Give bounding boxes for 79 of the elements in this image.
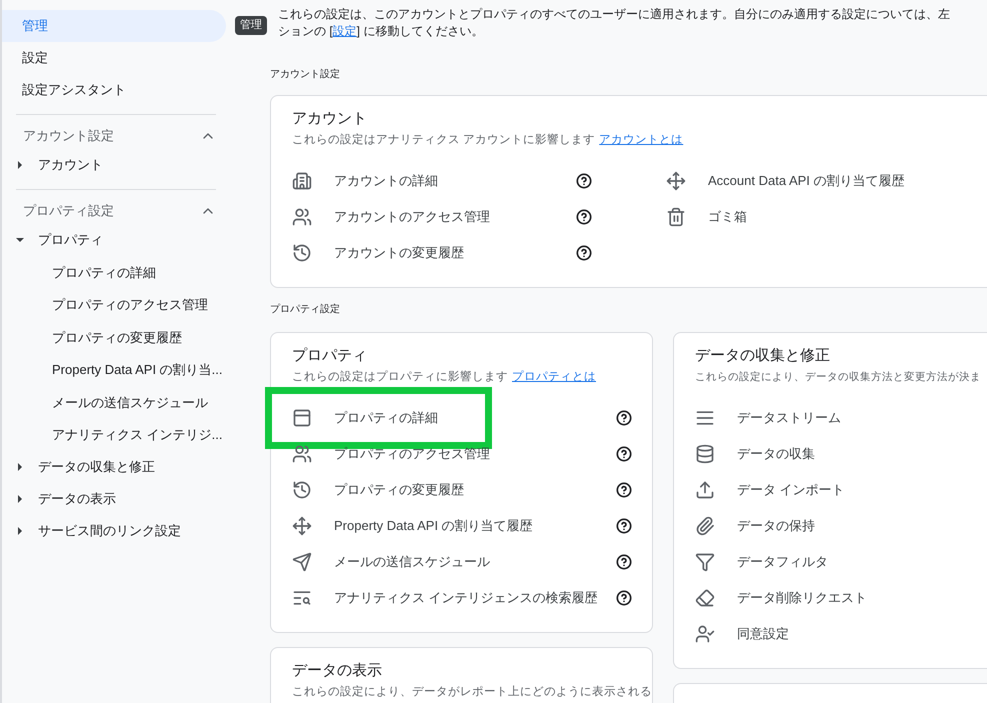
- caret-right-icon[interactable]: [16, 495, 24, 503]
- history-icon: [292, 243, 312, 263]
- settings-link[interactable]: Property Data API の割り当て履歴: [334, 516, 533, 536]
- card-description: これらの設定により、データがレポート上にどのように表示される: [292, 684, 652, 700]
- database-icon: [695, 444, 715, 464]
- settings-link[interactable]: アカウントのアクセス管理: [334, 207, 490, 227]
- sidebar-item[interactable]: プロパティ: [38, 230, 103, 250]
- tooltip: 管理: [235, 16, 267, 34]
- help-icon[interactable]: [616, 518, 632, 534]
- settings-link[interactable]: アカウントの変更履歴: [334, 243, 464, 263]
- notice-text: これらの設定は、このアカウントとプロパティのすべてのユーザーに適用されます。自分にのみ適用する設定については、左 ションの [設定] に移動してください。: [278, 6, 951, 40]
- four-arrows-icon: [666, 171, 686, 191]
- sidebar-subitem[interactable]: プロパティの詳細: [52, 262, 156, 282]
- settings-link[interactable]: アカウントの詳細: [334, 171, 438, 191]
- help-icon[interactable]: [576, 245, 592, 261]
- card-title: データの収集と修正: [695, 346, 831, 366]
- sidebar-item[interactable]: 設定アシスタント: [2, 74, 226, 106]
- people-icon: [292, 444, 312, 464]
- settings-link[interactable]: アナリティクス インテリジェンスの検索履歴: [334, 588, 598, 608]
- settings-link[interactable]: メールの送信スケジュール: [334, 552, 490, 572]
- caret-right-icon[interactable]: [16, 463, 24, 471]
- people-icon: [292, 207, 312, 227]
- settings-link[interactable]: データの収集: [737, 444, 815, 464]
- eraser-icon: [695, 588, 715, 608]
- sidebar-subitem[interactable]: プロパティのアクセス管理: [52, 295, 208, 314]
- sidebar-subitem[interactable]: メールの送信スケジュール: [52, 392, 208, 412]
- trash-icon: [666, 207, 686, 227]
- help-icon[interactable]: [576, 209, 592, 225]
- settings-link[interactable]: データ インポート: [737, 480, 845, 500]
- help-icon[interactable]: [616, 482, 632, 498]
- sidebar-item[interactable]: データの表示: [38, 489, 116, 509]
- group-heading: アカウント設定: [270, 68, 341, 82]
- settings-link[interactable]: Account Data API の割り当て履歴: [708, 171, 905, 191]
- settings-link[interactable]: データ削除リクエスト: [737, 588, 867, 608]
- help-icon[interactable]: [616, 590, 632, 606]
- caret-right-icon[interactable]: [16, 161, 24, 169]
- caret-right-icon[interactable]: [16, 527, 24, 535]
- help-icon[interactable]: [576, 173, 592, 189]
- card-title: プロパティ: [292, 346, 368, 366]
- sidebar-subitem[interactable]: Property Data API の割り当...: [52, 360, 222, 380]
- section-heading: アカウント設定: [23, 127, 114, 146]
- settings-link[interactable]: 設定: [332, 24, 357, 38]
- settings-link[interactable]: データストリーム: [737, 408, 841, 428]
- filter-icon: [695, 552, 715, 572]
- paperclip-icon: [695, 516, 715, 536]
- building-icon: [292, 171, 312, 191]
- panel-icon: [292, 408, 312, 428]
- caret-down-icon[interactable]: [16, 236, 24, 244]
- sidebar-item[interactable]: サービス間のリンク設定: [38, 521, 181, 541]
- sidebar-item[interactable]: データの収集と修正: [38, 457, 155, 477]
- help-icon[interactable]: [616, 446, 632, 462]
- card-description: これらの設定はアナリティクス アカウントに影響します: [292, 132, 596, 148]
- card-description: これらの設定はプロパティに影響します: [292, 369, 508, 385]
- settings-link[interactable]: データフィルタ: [737, 552, 828, 572]
- settings-link[interactable]: プロパティの変更履歴: [334, 480, 464, 500]
- sidebar-item[interactable]: 設定: [2, 42, 226, 74]
- upload-icon: [695, 480, 715, 500]
- settings-link[interactable]: プロパティの詳細: [334, 408, 438, 428]
- settings-link[interactable]: プロパティのアクセス管理: [334, 444, 490, 464]
- history-icon: [292, 480, 312, 500]
- card-title: データの表示: [292, 661, 383, 681]
- help-icon[interactable]: [616, 410, 632, 426]
- help-icon[interactable]: [616, 554, 632, 570]
- section-heading: プロパティ設定: [23, 202, 114, 220]
- sidebar-subitem[interactable]: アナリティクス インテリジ...: [52, 425, 222, 444]
- user-check-icon: [695, 624, 715, 644]
- group-heading: プロパティ設定: [270, 302, 341, 317]
- send-icon: [292, 552, 312, 572]
- settings-link[interactable]: 同意設定: [737, 624, 789, 644]
- settings-link[interactable]: データの保持: [737, 516, 815, 536]
- sidebar-item[interactable]: 管理: [2, 10, 226, 42]
- sidebar-item[interactable]: アカウント: [38, 155, 103, 175]
- settings-link[interactable]: ゴミ箱: [708, 207, 747, 227]
- sidebar-subitem[interactable]: プロパティの変更履歴: [52, 328, 182, 347]
- help-link[interactable]: プロパティとは: [512, 369, 596, 385]
- help-link[interactable]: アカウントとは: [599, 132, 684, 148]
- card-title: アカウント: [292, 109, 368, 129]
- card-description: これらの設定により、データの収集方法と変更方法が決ま: [695, 370, 981, 385]
- four-arrows-icon: [292, 516, 312, 536]
